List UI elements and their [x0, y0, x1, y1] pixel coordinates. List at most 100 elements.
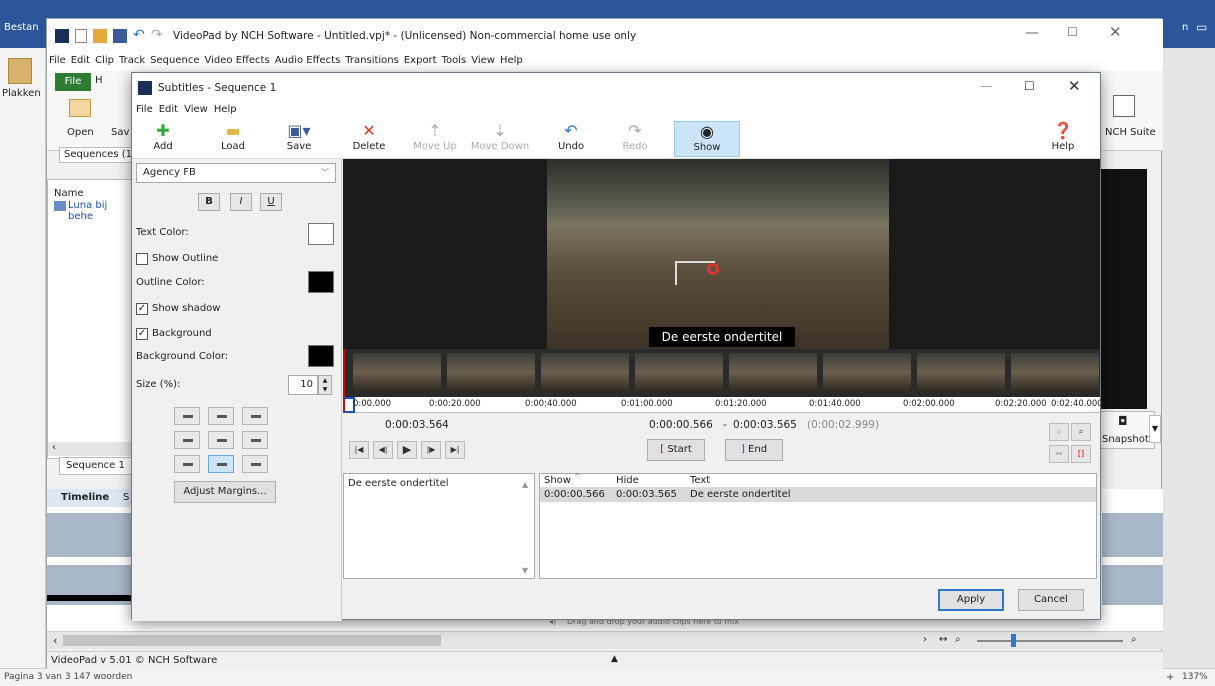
word-file-tab[interactable]: Bestan [4, 22, 39, 33]
clip-item[interactable]: Luna bij behe [68, 200, 132, 222]
align-top-center-button[interactable] [208, 407, 234, 425]
nch-suite-icon[interactable] [1113, 95, 1135, 117]
menu-video-effects[interactable]: Video Effects [205, 55, 270, 66]
scroll-left-icon[interactable]: ‹ [53, 634, 57, 647]
font-select[interactable]: Agency FB ﹀ [136, 163, 336, 183]
menu-export[interactable]: Export [404, 55, 437, 66]
menu-clip[interactable]: Clip [95, 55, 114, 66]
show-button[interactable]: ◉ Show [674, 121, 740, 157]
thumbnail-strip[interactable] [343, 349, 1100, 397]
scroll-right-icon[interactable]: › [923, 634, 927, 645]
zoom-in-icon[interactable]: ⌕ [1071, 423, 1091, 441]
align-top-right-button[interactable] [242, 407, 268, 425]
playhead[interactable] [343, 349, 345, 397]
dialog-menu-help[interactable]: Help [214, 104, 237, 115]
size-input[interactable]: 10 [288, 375, 318, 395]
dialog-maximize-icon[interactable]: ☐ [1024, 79, 1035, 93]
minimize-icon[interactable]: — [1025, 25, 1039, 41]
align-middle-center-button[interactable] [208, 431, 234, 449]
undo-button[interactable]: ↶ Undo [542, 121, 600, 157]
bold-button[interactable]: B [198, 193, 220, 211]
align-bottom-left-button[interactable] [174, 455, 200, 473]
timeline-tab-second[interactable]: S [123, 492, 129, 503]
dialog-menu-view[interactable]: View [184, 104, 208, 115]
snapshot-dropdown-icon[interactable]: ▼ [1149, 415, 1161, 443]
menu-tools[interactable]: Tools [442, 55, 467, 66]
step-back-icon[interactable]: ◀| [373, 441, 393, 459]
menu-track[interactable]: Track [119, 55, 145, 66]
zoom-in-icon[interactable]: + [1166, 672, 1174, 683]
set-start-button[interactable]: [ Start [647, 439, 705, 461]
column-header-text[interactable]: Text [690, 475, 710, 486]
align-bottom-center-button[interactable] [208, 455, 234, 473]
move-up-button[interactable]: ⇡ Move Up [406, 121, 464, 157]
play-icon[interactable]: ▶ [397, 441, 417, 459]
menu-audio-effects[interactable]: Audio Effects [275, 55, 341, 66]
dialog-close-icon[interactable]: ✕ [1068, 77, 1081, 95]
zoom-out-icon[interactable]: ⌕ [955, 634, 961, 645]
open-icon[interactable] [93, 29, 107, 43]
go-start-icon[interactable]: |◀ [349, 441, 369, 459]
menu-help[interactable]: Help [500, 55, 523, 66]
text-color-swatch[interactable] [308, 223, 334, 245]
background-color-swatch[interactable] [308, 345, 334, 367]
background-checkbox[interactable]: ✓ [136, 328, 148, 340]
name-column-header[interactable]: Name [54, 188, 84, 199]
align-top-left-button[interactable] [174, 407, 200, 425]
save-subtitles-button[interactable]: ▣▾ Save [270, 121, 328, 157]
file-tab[interactable]: File [55, 73, 91, 91]
italic-button[interactable]: I [230, 193, 252, 211]
timeline-tab[interactable]: Timeline [47, 489, 133, 507]
menu-transitions[interactable]: Transitions [345, 55, 399, 66]
column-header-show[interactable]: Show [544, 475, 571, 486]
adjust-margins-button[interactable]: Adjust Margins... [174, 481, 276, 503]
help-button[interactable]: ❓ Help [1034, 121, 1092, 157]
outline-color-swatch[interactable] [308, 271, 334, 293]
step-forward-icon[interactable]: |▶ [421, 441, 441, 459]
fit-width-icon[interactable]: ↔ [1049, 445, 1069, 463]
scroll-down-icon[interactable]: ▼ [522, 566, 528, 575]
show-shadow-checkbox[interactable]: ✓ [136, 303, 148, 315]
table-row[interactable]: 0:00:00.566 0:00:03.565 De eerste ondert… [540, 488, 1096, 502]
subtitle-text-editor[interactable]: De eerste ondertitel ▲ ▼ [343, 473, 535, 579]
scroll-left-icon[interactable]: ‹ [52, 442, 56, 453]
home-tab[interactable]: H [95, 75, 103, 86]
time-ruler[interactable]: 0:00.000 0:00:20.000 0:00:40.000 0:01:00… [343, 397, 1103, 413]
save-button[interactable]: Sav [111, 127, 129, 138]
zoom-selection-icon[interactable]: [] [1071, 445, 1091, 463]
apply-button[interactable]: Apply [938, 589, 1004, 611]
close-icon[interactable]: ✕ [1109, 23, 1122, 41]
size-stepper[interactable]: ▲ ▼ [318, 375, 332, 395]
menu-edit[interactable]: Edit [71, 55, 90, 66]
collapse-up-icon[interactable]: ▲ [611, 654, 618, 664]
set-end-button[interactable]: ] End [725, 439, 783, 461]
snapshot-button[interactable]: ◘ Snapshot [1099, 411, 1155, 449]
open-button[interactable]: Open [67, 127, 94, 138]
scroll-up-icon[interactable]: ▲ [522, 480, 528, 489]
menu-file[interactable]: File [49, 55, 66, 66]
show-outline-checkbox[interactable] [136, 253, 148, 265]
zoom-out-icon[interactable]: ⌕ [1049, 423, 1069, 441]
redo-icon[interactable]: ↷ [151, 27, 163, 43]
fit-icon[interactable]: ↔ [939, 634, 947, 645]
bin-scrollbar[interactable]: ‹ [48, 442, 132, 456]
timeline-scrollbar[interactable]: ‹ › ↔ ⌕ ⌕ [47, 631, 1163, 649]
menu-view[interactable]: View [471, 55, 495, 66]
maximize-icon[interactable]: ☐ [1067, 25, 1078, 39]
move-down-button[interactable]: ⇣ Move Down [468, 121, 532, 157]
paste-icon[interactable] [8, 58, 32, 84]
zoom-slider-track[interactable] [977, 640, 1123, 642]
align-middle-right-button[interactable] [242, 431, 268, 449]
underline-button[interactable]: U [260, 193, 282, 211]
redo-button[interactable]: ↷ Redo [606, 121, 664, 157]
video-track-header[interactable] [47, 513, 133, 557]
column-header-hide[interactable]: Hide [616, 475, 639, 486]
dialog-menu-file[interactable]: File [136, 104, 153, 115]
nch-suite-button[interactable]: NCH Suite [1105, 127, 1156, 138]
dialog-minimize-icon[interactable]: — [980, 79, 992, 93]
add-button[interactable]: ✚ Add [134, 121, 192, 157]
new-icon[interactable] [75, 29, 87, 43]
menu-sequence[interactable]: Sequence [150, 55, 199, 66]
sequence-tab[interactable]: Sequence 1 [59, 457, 137, 475]
zoom-slider-thumb[interactable] [1011, 634, 1016, 647]
